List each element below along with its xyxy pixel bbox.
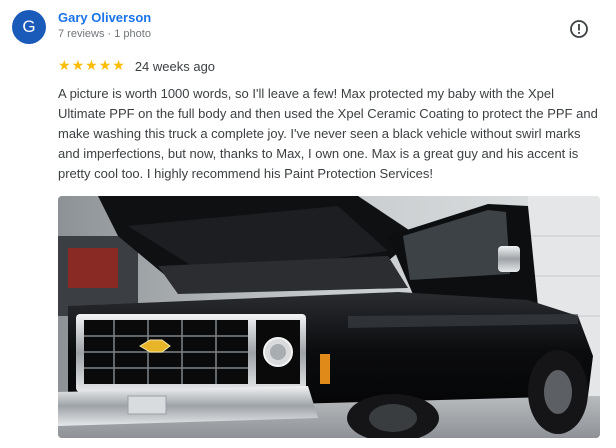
- rating-row: ★ ★ ★ ★ ★ 24 weeks ago: [58, 58, 215, 74]
- star-rating: ★ ★ ★ ★ ★: [58, 58, 125, 74]
- truck-photo-illustration: [58, 196, 600, 438]
- report-button[interactable]: [568, 18, 590, 40]
- reviewer-meta: 7 reviews · 1 photo: [58, 28, 151, 40]
- star-icon: ★: [71, 58, 85, 74]
- review-photo[interactable]: [58, 196, 600, 438]
- reviewer-name[interactable]: Gary Oliverson: [58, 10, 151, 25]
- star-icon: ★: [58, 58, 71, 74]
- review-date: 24 weeks ago: [134, 58, 216, 74]
- star-icon: ★: [85, 58, 98, 74]
- alert-circle-icon: [570, 20, 588, 38]
- star-icon: ★: [98, 58, 112, 74]
- star-icon: ★: [112, 58, 125, 74]
- review-text: A picture is worth 1000 words, so I'll l…: [58, 86, 598, 181]
- avatar[interactable]: G: [12, 10, 46, 44]
